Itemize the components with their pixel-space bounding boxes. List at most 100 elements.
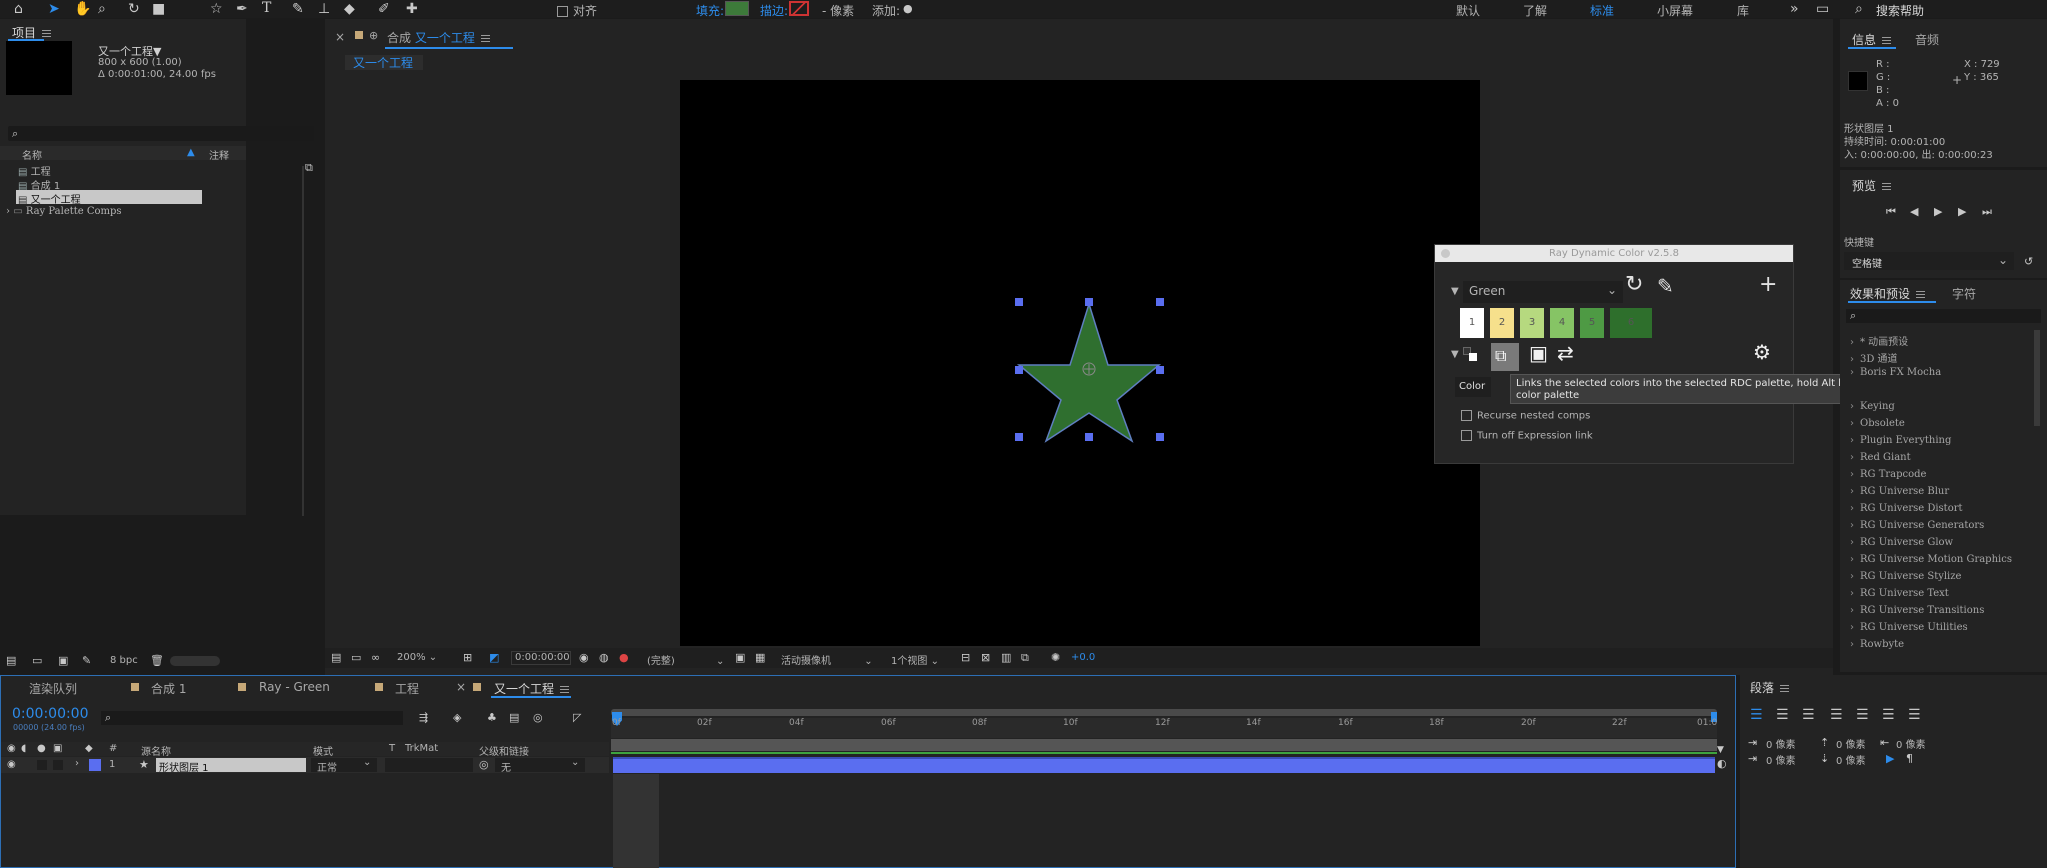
- rotate-tool-icon[interactable]: ↻: [128, 1, 140, 17]
- tab-audio[interactable]: 音频: [1915, 31, 1939, 48]
- layer-label-color[interactable]: [89, 759, 101, 771]
- rdc-titlebar[interactable]: Ray Dynamic Color v2.5.8: [1435, 245, 1793, 262]
- effects-category[interactable]: RG Universe Stylize: [1850, 571, 1961, 582]
- audio-icon[interactable]: ◖: [21, 741, 26, 757]
- reset-shortcut-icon[interactable]: ↺: [2024, 254, 2033, 270]
- fill-label[interactable]: 填充:: [696, 2, 724, 19]
- stamp-tool-icon[interactable]: ⊥: [318, 1, 330, 17]
- tab-render-queue[interactable]: 渲染队列: [29, 680, 77, 697]
- transparency-grid-icon[interactable]: ▦: [755, 650, 765, 666]
- draft-3d-icon[interactable]: ◈: [453, 710, 461, 726]
- effects-category[interactable]: RG Universe Generators: [1850, 520, 1984, 531]
- menu-icon[interactable]: [1882, 183, 1892, 190]
- exposure-icon[interactable]: ✺: [1051, 650, 1060, 666]
- layer-lock-box[interactable]: [53, 760, 63, 770]
- swatch-section-arrow[interactable]: ▼: [1451, 349, 1459, 360]
- effects-category[interactable]: Plugin Everything: [1850, 435, 1951, 446]
- adjust-icon[interactable]: ✎: [82, 653, 91, 669]
- expression-box[interactable]: [1461, 430, 1472, 441]
- eraser-tool-icon[interactable]: ◆: [344, 1, 355, 17]
- new-folder-icon[interactable]: ▭: [32, 653, 42, 669]
- fit-icon[interactable]: ⊞: [463, 650, 472, 666]
- handle-ml[interactable]: [1015, 366, 1023, 374]
- layer-duration-bar[interactable]: [613, 757, 1715, 773]
- frame-icon[interactable]: ▣: [1529, 343, 1548, 363]
- roi-icon[interactable]: ▣: [735, 650, 745, 666]
- pickwhip-icon[interactable]: ◎: [479, 757, 489, 773]
- swatch-6[interactable]: 6: [1610, 308, 1652, 338]
- new-comp-icon[interactable]: ▣: [58, 653, 68, 669]
- col-source-name[interactable]: 源名称: [141, 743, 171, 758]
- interpret-footage-icon[interactable]: ▤: [6, 653, 16, 669]
- trash-icon[interactable]: 🗑: [150, 653, 164, 669]
- column-name[interactable]: 名称: [22, 147, 42, 162]
- align-right-icon[interactable]: ☰: [1802, 707, 1815, 723]
- settings-gear-icon[interactable]: ⚙: [1753, 342, 1771, 362]
- handle-tr[interactable]: [1156, 298, 1164, 306]
- close-tab-icon[interactable]: ×: [456, 680, 466, 694]
- label-column-icon[interactable]: ◆: [85, 741, 93, 757]
- indent-right-value[interactable]: 0 像素: [1896, 736, 1926, 751]
- menu-icon[interactable]: [1882, 37, 1892, 44]
- toggle-pixel-icon[interactable]: ⊟: [961, 650, 970, 666]
- zoom-select[interactable]: 200% ⌄: [397, 652, 437, 663]
- type-tool-icon[interactable]: T: [262, 0, 271, 16]
- shy-layers-icon[interactable]: ♣: [487, 710, 497, 726]
- handle-bl[interactable]: [1015, 433, 1023, 441]
- always-preview-icon[interactable]: ▤: [331, 650, 341, 666]
- tab-comp1[interactable]: 合成 1: [151, 680, 186, 697]
- add-palette-icon[interactable]: +: [1759, 274, 1777, 296]
- tab-project-comp[interactable]: 工程: [395, 680, 419, 697]
- effects-category[interactable]: RG Universe Glow: [1850, 537, 1953, 548]
- camera-tool-icon[interactable]: ■: [152, 1, 165, 17]
- tab-paragraph[interactable]: 段落: [1750, 679, 1790, 696]
- expression-checkbox[interactable]: Turn off Expression link: [1461, 430, 1593, 442]
- anchor-point-icon[interactable]: [1082, 362, 1096, 376]
- next-frame-icon[interactable]: ▶: [1958, 204, 1966, 220]
- search-help-icon[interactable]: ⌕: [1855, 1, 1863, 17]
- comp-breadcrumb-label[interactable]: 又一个工程: [353, 54, 413, 71]
- effects-scrollbar[interactable]: [2034, 330, 2040, 426]
- effects-category[interactable]: Boris FX Mocha: [1850, 367, 1941, 378]
- menu-icon[interactable]: [560, 686, 570, 693]
- zoom-tool-icon[interactable]: ⌕: [98, 1, 106, 17]
- home-icon[interactable]: ⌂: [14, 1, 23, 17]
- workspace-library[interactable]: 库: [1737, 2, 1749, 19]
- col-trkmat[interactable]: TrkMat: [405, 743, 438, 754]
- eye-icon[interactable]: ◉: [7, 741, 16, 757]
- menu-icon[interactable]: [42, 30, 52, 37]
- col-parent[interactable]: 父级和链接: [479, 743, 529, 758]
- first-frame-icon[interactable]: ⏮: [1886, 204, 1896, 220]
- recurse-box[interactable]: [1461, 410, 1472, 421]
- work-area[interactable]: [611, 739, 1717, 751]
- workspace-small[interactable]: 小屏幕: [1657, 2, 1693, 19]
- close-comp-icon[interactable]: ×: [335, 30, 345, 44]
- fill-stroke-icon[interactable]: [1463, 347, 1477, 361]
- handle-tc[interactable]: [1085, 298, 1093, 306]
- swap-icon[interactable]: ⇄: [1557, 343, 1574, 363]
- indent-left-value[interactable]: 0 像素: [1766, 736, 1796, 751]
- comp-mini-flowchart-icon[interactable]: ⇶: [419, 710, 428, 726]
- expand-arrow-icon[interactable]: ›: [6, 206, 10, 217]
- quality-select[interactable]: (完整) ⌄: [647, 652, 724, 667]
- roto-tool-icon[interactable]: ✐: [378, 1, 390, 17]
- layer-visibility-icon[interactable]: ◉: [7, 757, 16, 773]
- prev-frame-icon[interactable]: ◀: [1910, 204, 1918, 220]
- layer-name[interactable]: 形状图层 1: [159, 759, 209, 774]
- layer-expand-icon[interactable]: ›: [75, 758, 79, 769]
- swatch-2[interactable]: 2: [1490, 308, 1514, 338]
- stroke-label[interactable]: 描边:: [760, 2, 788, 19]
- selection-tool-icon[interactable]: ➤: [48, 1, 60, 17]
- menu-icon[interactable]: [480, 35, 490, 42]
- handle-tl[interactable]: [1015, 298, 1023, 306]
- space-before-value[interactable]: 0 像素: [1836, 736, 1866, 751]
- pin-tool-icon[interactable]: ✚: [406, 1, 418, 17]
- flowchart-small-icon[interactable]: ⧉: [1021, 650, 1029, 666]
- stroke-unit[interactable]: - 像素: [822, 2, 854, 19]
- camera-select[interactable]: 活动摄像机 ⌄: [781, 652, 873, 667]
- effects-search-input[interactable]: [1846, 309, 2041, 323]
- align-checkbox-box[interactable]: [557, 6, 568, 17]
- col-mode[interactable]: 模式: [313, 743, 333, 758]
- tab-composition[interactable]: 合成 又一个工程: [387, 29, 490, 46]
- trkmat-select[interactable]: [385, 758, 473, 772]
